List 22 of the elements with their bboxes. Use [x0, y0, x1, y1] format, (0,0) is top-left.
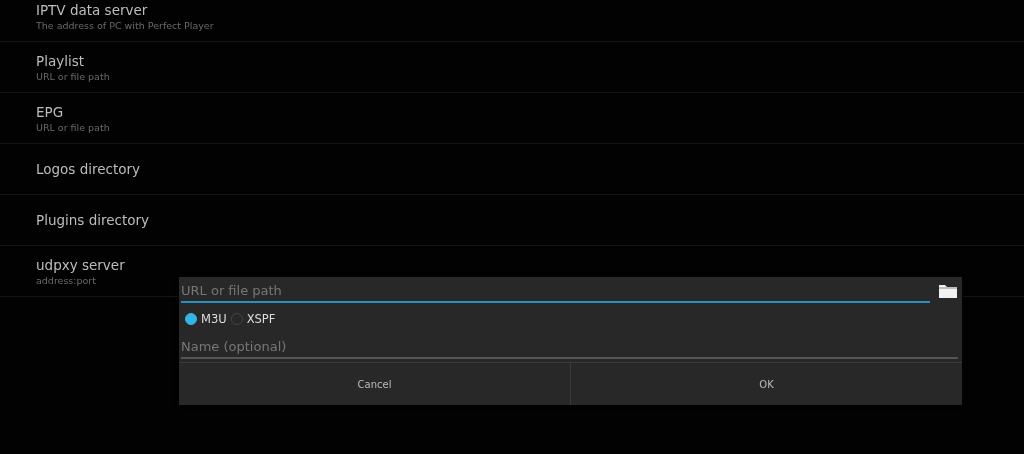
settings-item[interactable]: EPG URL or file path — [0, 93, 1024, 144]
format-radio[interactable]: M3U — [185, 312, 227, 326]
setting-subtitle: address:port — [36, 274, 97, 286]
setting-subtitle: The address of PC with Perfect Player — [36, 19, 215, 31]
setting-title: IPTV data server — [36, 1, 149, 18]
setting-title: Plugins directory — [36, 212, 151, 228]
settings-item[interactable]: IPTV data server The address of PC with Perfect Player — [0, 0, 1024, 42]
folder-icon[interactable] — [938, 283, 958, 299]
cancel-button[interactable]: Cancel — [179, 363, 570, 405]
settings-item[interactable]: Logos directory — [0, 144, 1024, 195]
name-field[interactable]: Name (optional) — [181, 335, 958, 359]
setting-title: Logos directory — [36, 161, 142, 177]
setting-subtitle: URL or file path — [36, 70, 111, 82]
setting-title: EPG — [36, 103, 65, 120]
ok-button[interactable]: OK — [570, 363, 962, 405]
setting-title: Playlist — [36, 52, 85, 69]
settings-item[interactable]: Playlist URL or file path — [0, 42, 1024, 93]
url-field[interactable]: URL or file path — [181, 279, 930, 303]
format-radio[interactable]: XSPF — [230, 312, 276, 326]
setting-subtitle: URL or file path — [36, 121, 111, 133]
settings-item[interactable]: Plugins directory — [0, 195, 1024, 246]
setting-title: udpxy server — [36, 256, 126, 273]
